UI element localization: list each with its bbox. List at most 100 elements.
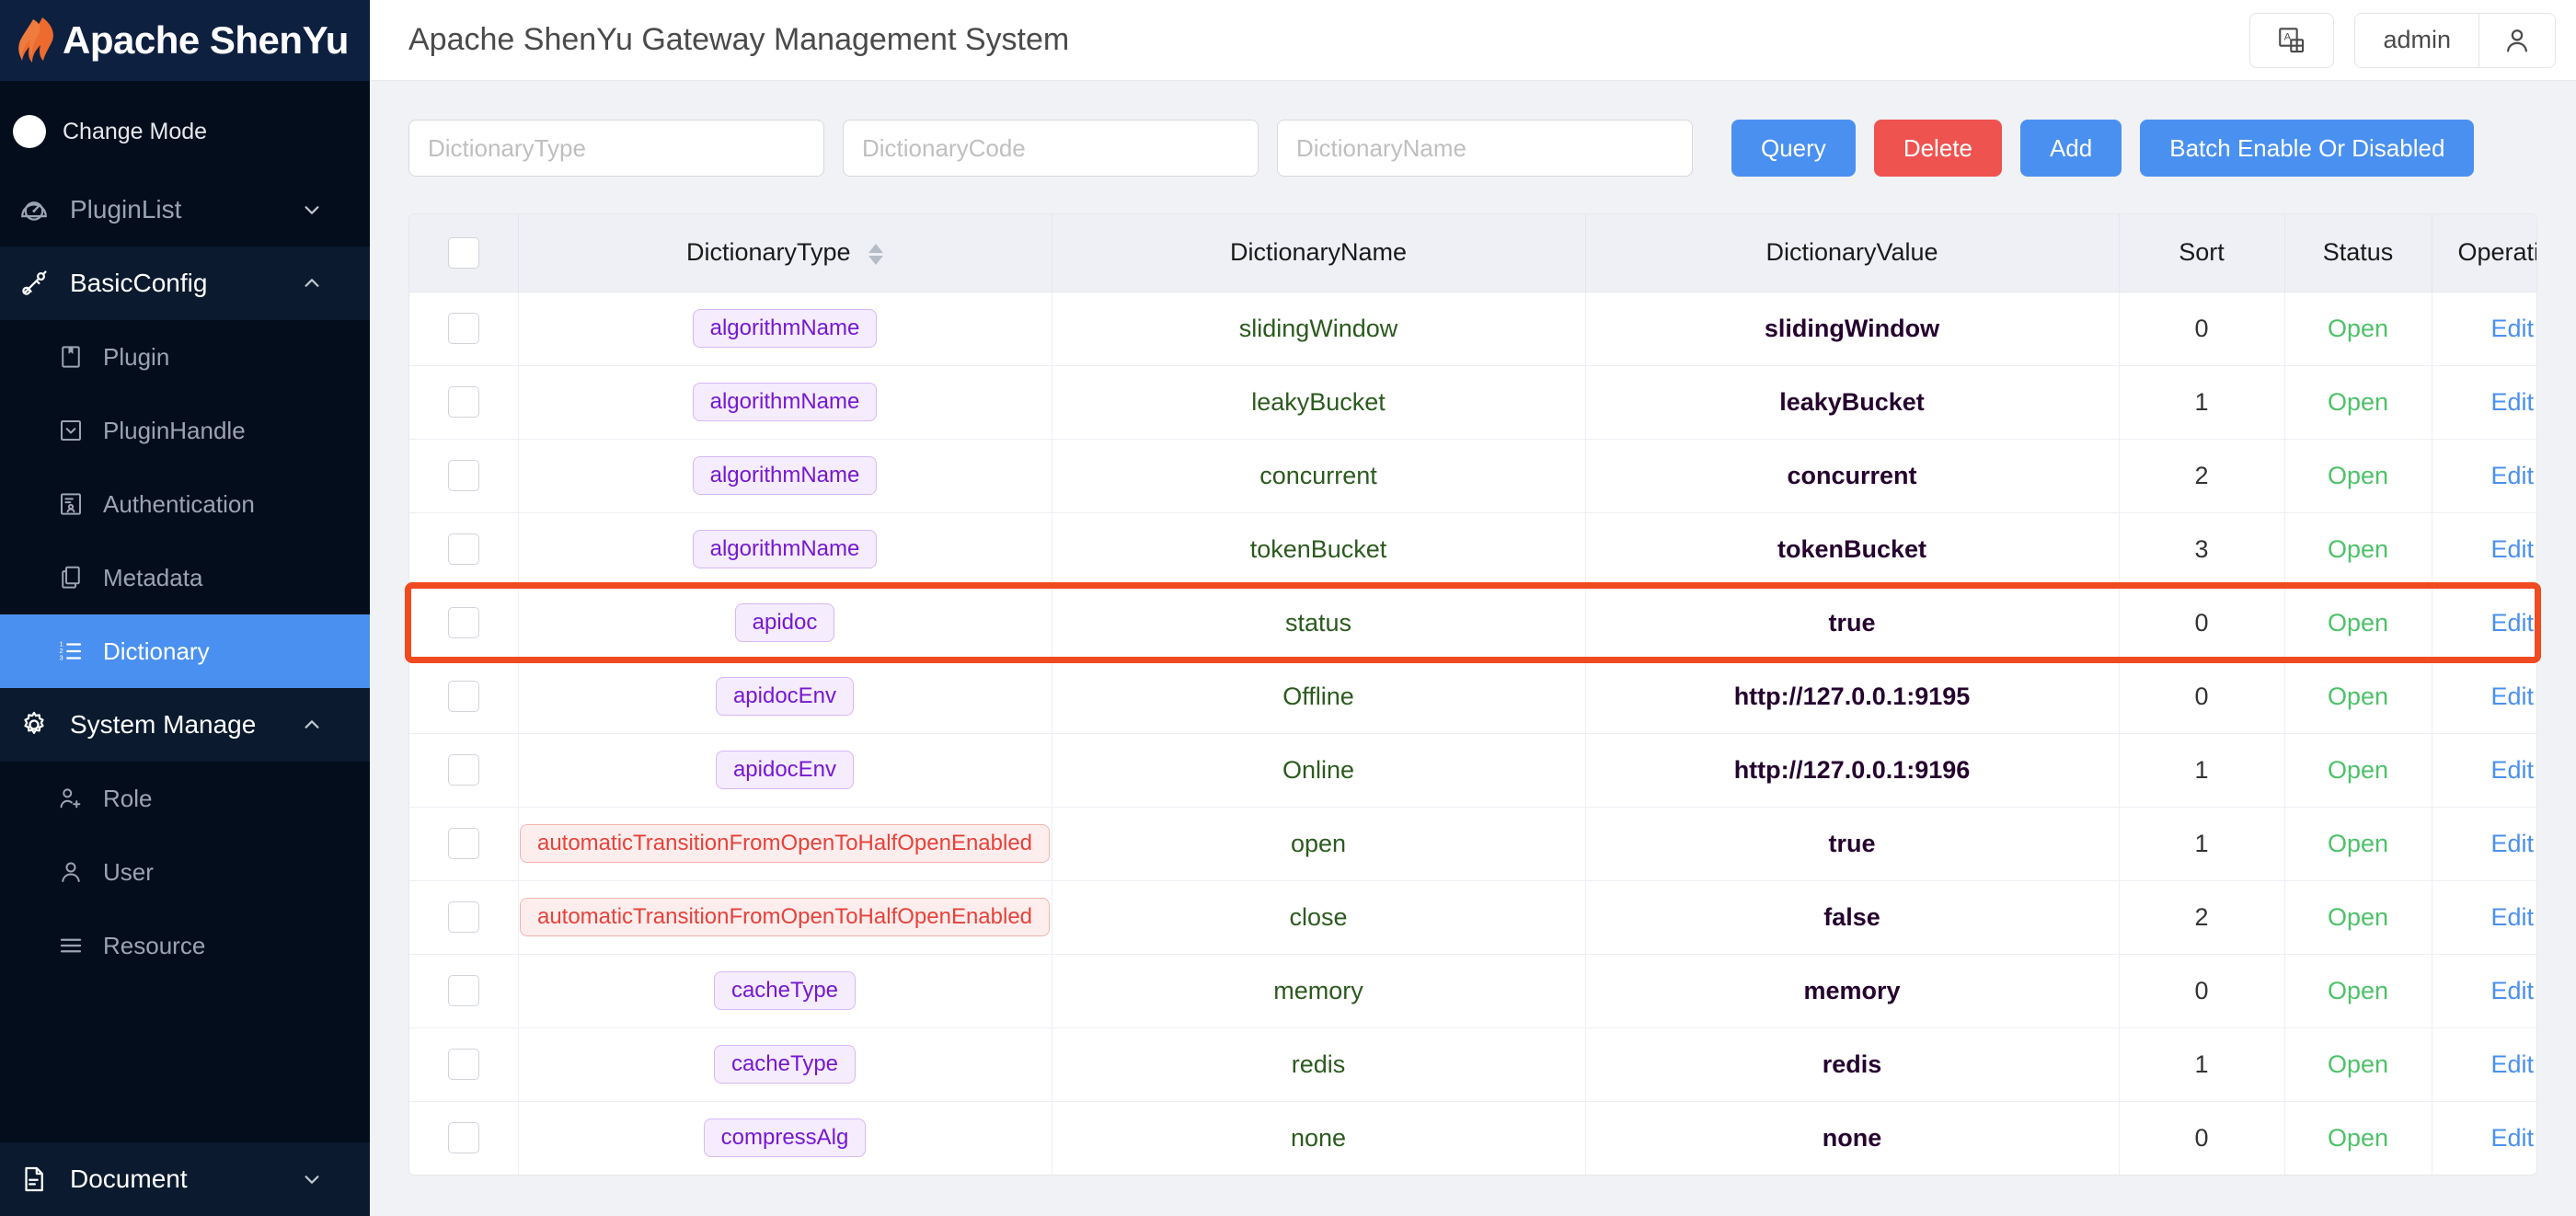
- sidebar-item-resource[interactable]: Resource: [0, 909, 370, 982]
- cell-sort: 2: [2119, 439, 2285, 513]
- row-select-cell: [409, 660, 519, 734]
- sidebar-group-label: Document: [70, 1164, 188, 1193]
- row-checkbox[interactable]: [447, 533, 479, 565]
- status-badge[interactable]: Open: [2284, 586, 2432, 660]
- row-select-cell: [409, 880, 519, 955]
- sidebar-item-pluginhandle[interactable]: PluginHandle: [0, 394, 370, 467]
- change-mode-label: Change Mode: [63, 118, 208, 144]
- chevron-down-icon[interactable]: [302, 200, 322, 220]
- sidebar-group-pluginlist[interactable]: PluginList: [0, 173, 370, 247]
- sidebar-item-metadata[interactable]: Metadata: [0, 541, 370, 614]
- table-row[interactable]: automaticTransitionFromOpenToHalfOpenEna…: [409, 807, 2536, 881]
- chevron-up-icon[interactable]: [302, 273, 322, 293]
- table-row[interactable]: cacheType memory memory 0 Open Edit: [409, 954, 2536, 1028]
- sidebar-item-role[interactable]: Role: [0, 762, 370, 835]
- row-checkbox[interactable]: [447, 607, 479, 638]
- dictionary-type-input[interactable]: [408, 120, 824, 177]
- edit-link[interactable]: Edit: [2432, 439, 2536, 513]
- delete-button[interactable]: Delete: [1873, 120, 2002, 177]
- table-row[interactable]: algorithmName concurrent concurrent 2 Open Ed…: [409, 439, 2536, 513]
- brand-header[interactable]: Apache ShenYu: [0, 0, 370, 81]
- user-menu[interactable]: admin: [2354, 12, 2556, 68]
- sidebar-group-system-manage[interactable]: System Manage: [0, 688, 370, 762]
- row-checkbox[interactable]: [447, 975, 479, 1006]
- status-badge[interactable]: Open: [2284, 365, 2432, 440]
- row-checkbox[interactable]: [447, 313, 479, 344]
- table-row[interactable]: apidocEnv Online http://127.0.0.1:9196 1 Ope…: [409, 733, 2536, 808]
- column-header-dictionarytype[interactable]: DictionaryType: [518, 214, 1052, 293]
- row-select-cell: [409, 1101, 519, 1175]
- status-badge[interactable]: Open: [2284, 807, 2432, 881]
- batch-enable-or-disabled-button[interactable]: Batch Enable Or Disabled: [2140, 120, 2475, 177]
- edit-link[interactable]: Edit: [2432, 807, 2536, 881]
- table-row[interactable]: apidocEnv Offline http://127.0.0.1:9195 0 Op…: [409, 660, 2536, 734]
- sort-toggle-icon[interactable]: [868, 243, 884, 265]
- sidebar-item-dictionary[interactable]: 1 2 3 Dictionary: [0, 614, 370, 688]
- status-badge[interactable]: Open: [2284, 1027, 2432, 1102]
- column-header-operation: Operation: [2432, 214, 2536, 293]
- edit-link[interactable]: Edit: [2432, 586, 2536, 660]
- status-badge[interactable]: Open: [2284, 292, 2432, 366]
- row-checkbox[interactable]: [447, 386, 479, 418]
- select-all-checkbox[interactable]: [447, 236, 479, 269]
- dictionary-code-input[interactable]: [843, 120, 1259, 177]
- edit-link[interactable]: Edit: [2432, 292, 2536, 366]
- edit-link[interactable]: Edit: [2432, 512, 2536, 587]
- cell-dictionarytype: apidoc: [518, 586, 1052, 660]
- cell-dictionaryname: Offline: [1052, 660, 1586, 734]
- page-title: Apache ShenYu Gateway Management System: [408, 22, 1070, 57]
- dictionary-name-input[interactable]: [1277, 120, 1693, 177]
- cell-dictionaryvalue: http://127.0.0.1:9196: [1585, 733, 2120, 808]
- edit-link[interactable]: Edit: [2432, 954, 2536, 1028]
- select-all-header: [409, 214, 519, 293]
- query-button[interactable]: Query: [1731, 120, 1856, 177]
- table-row[interactable]: algorithmName tokenBucket tokenBucket 3 Open…: [409, 512, 2536, 587]
- table-row[interactable]: compressAlg none none 0 Open Edit: [409, 1101, 2536, 1175]
- row-checkbox[interactable]: [447, 828, 479, 859]
- row-checkbox[interactable]: [447, 901, 479, 933]
- sidebar-item-authentication[interactable]: Authentication: [0, 467, 370, 541]
- chevron-down-icon[interactable]: [302, 1169, 322, 1189]
- table-row[interactable]: cacheType redis redis 1 Open Edit: [409, 1027, 2536, 1102]
- sidebar-group-document[interactable]: Document: [0, 1142, 370, 1216]
- row-checkbox[interactable]: [447, 1122, 479, 1154]
- sidebar-item-plugin[interactable]: Plugin: [0, 320, 370, 394]
- edit-link[interactable]: Edit: [2432, 880, 2536, 955]
- sidebar-item-user[interactable]: User: [0, 835, 370, 909]
- cell-sort: 1: [2119, 807, 2285, 881]
- row-checkbox[interactable]: [447, 460, 479, 491]
- edit-link[interactable]: Edit: [2432, 660, 2536, 734]
- dictionary-type-tag: apidocEnv: [715, 676, 855, 717]
- cell-dictionaryvalue: leakyBucket: [1585, 365, 2120, 440]
- status-badge[interactable]: Open: [2284, 439, 2432, 513]
- chevron-up-icon[interactable]: [302, 715, 322, 735]
- row-checkbox[interactable]: [447, 754, 479, 786]
- edit-link[interactable]: Edit: [2432, 1027, 2536, 1102]
- row-checkbox[interactable]: [447, 1049, 479, 1080]
- edit-link[interactable]: Edit: [2432, 365, 2536, 440]
- add-button[interactable]: Add: [2019, 120, 2122, 177]
- avatar[interactable]: [2479, 13, 2555, 67]
- translate-icon[interactable]: A: [2249, 12, 2335, 68]
- sidebar-item-label: Resource: [103, 931, 206, 959]
- table-row[interactable]: algorithmName slidingWindow slidingWindow 0…: [409, 292, 2536, 366]
- cell-dictionaryname: slidingWindow: [1052, 292, 1586, 366]
- change-mode-toggle[interactable]: Change Mode: [0, 103, 370, 160]
- table-row[interactable]: automaticTransitionFromOpenToHalfOpenEna…: [409, 880, 2536, 955]
- status-badge[interactable]: Open: [2284, 660, 2432, 734]
- user-name[interactable]: admin: [2355, 13, 2479, 67]
- sidebar: Apache ShenYu Change Mode PluginList Bas…: [0, 0, 370, 1216]
- table-body: algorithmName slidingWindow slidingWindow 0…: [409, 292, 2536, 1175]
- status-badge[interactable]: Open: [2284, 880, 2432, 955]
- status-badge[interactable]: Open: [2284, 733, 2432, 808]
- dictionary-type-tag: compressAlg: [703, 1118, 867, 1158]
- table-row[interactable]: apidoc status true 0 Open Edit: [409, 586, 2536, 660]
- status-badge[interactable]: Open: [2284, 512, 2432, 587]
- edit-link[interactable]: Edit: [2432, 1101, 2536, 1175]
- edit-link[interactable]: Edit: [2432, 733, 2536, 808]
- status-badge[interactable]: Open: [2284, 1101, 2432, 1175]
- sidebar-group-basicconfig[interactable]: BasicConfig: [0, 247, 370, 320]
- row-checkbox[interactable]: [447, 681, 479, 712]
- table-row[interactable]: algorithmName leakyBucket leakyBucket 1 Open…: [409, 365, 2536, 440]
- status-badge[interactable]: Open: [2284, 954, 2432, 1028]
